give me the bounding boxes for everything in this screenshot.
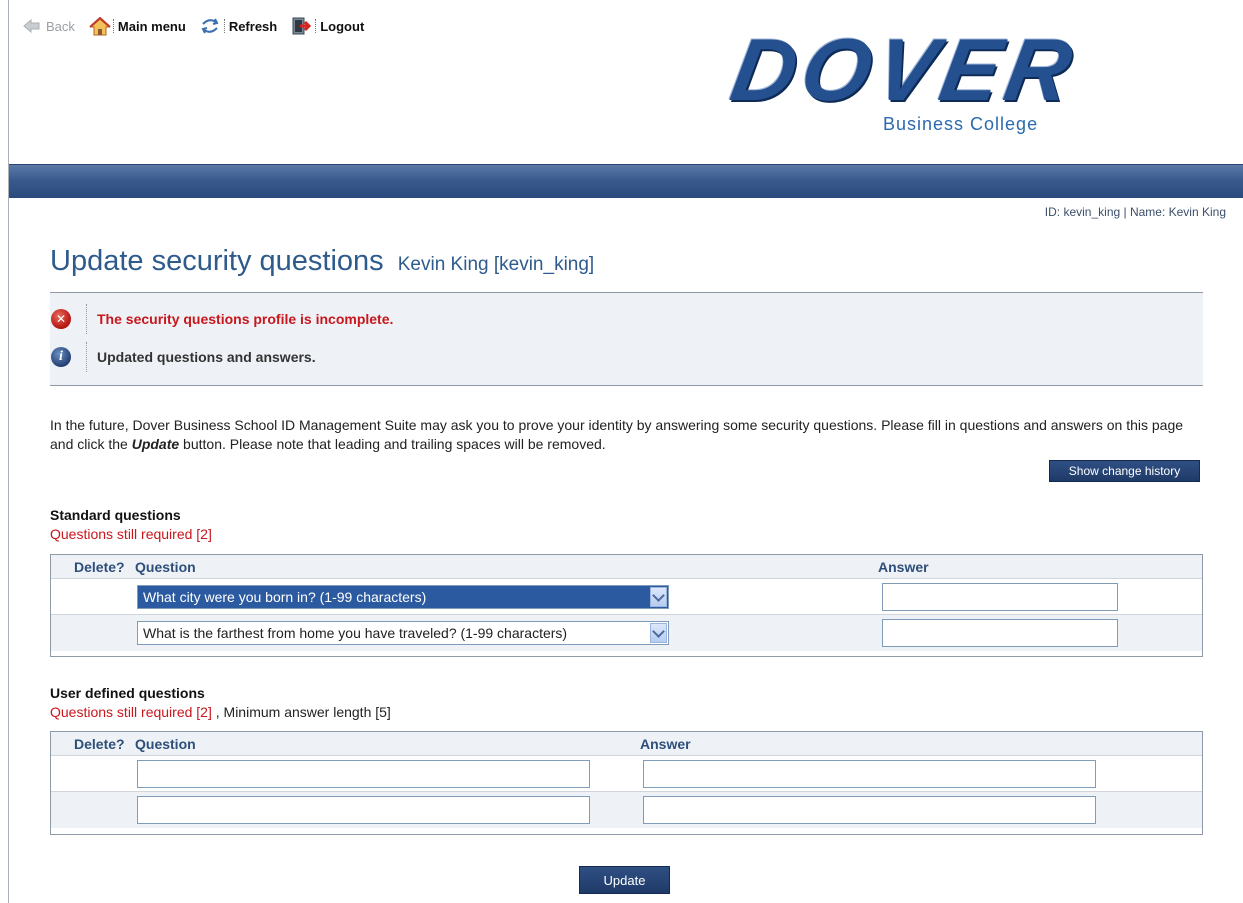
question-select-value: What is the farthest from home you have … [143,625,568,641]
back-label: Back [46,18,75,34]
user-info: ID: kevin_king | Name: Kevin King [1044,205,1226,219]
table-header: Delete? Question Answer [51,555,1202,579]
table-header: Delete? Question Answer [51,732,1202,756]
logout-label: Logout [320,18,365,34]
intro-emphasis: Update [131,436,180,452]
chevron-down-icon[interactable] [650,587,667,607]
user-defined-required: Questions still required [2] [50,704,212,720]
refresh-label: Refresh [228,18,278,34]
message-box: ✕ The security questions profile is inco… [50,292,1203,386]
logo-word: DOVER [724,20,1085,119]
logo-subtitle: Business College [883,114,1039,134]
toolbar-separator [112,19,114,33]
message-separator [86,342,87,372]
error-message: ✕ The security questions profile is inco… [50,304,393,334]
dover-logo: DOVER Business College [724,20,1203,146]
main-menu-button[interactable]: Main menu [89,16,186,36]
page-title-text: Update security questions [50,245,384,277]
question-select-value: What city were you born in? (1-99 charac… [143,589,427,605]
standard-required-text: Questions still required [2] [50,526,212,542]
question-input[interactable] [137,760,590,788]
question-input[interactable] [137,796,590,824]
standard-questions-table: Delete? Question Answer What city were y… [50,554,1203,657]
refresh-icon [200,17,220,35]
standard-questions-title: Standard questions [50,507,181,523]
table-row [51,756,1202,792]
header-delete: Delete? [74,559,125,575]
logout-icon [291,17,312,35]
message-separator [86,304,87,334]
header-answer: Answer [640,736,691,752]
table-row: What city were you born in? (1-99 charac… [51,579,1202,615]
error-message-text: The security questions profile is incomp… [97,311,394,327]
header-band [9,164,1243,198]
question-select[interactable]: What is the farthest from home you have … [137,621,669,645]
table-row: What is the farthest from home you have … [51,615,1202,651]
answer-input[interactable] [882,583,1118,611]
answer-input[interactable] [882,619,1118,647]
chevron-down-icon[interactable] [650,623,667,643]
user-defined-questions-table: Delete? Question Answer [50,731,1203,835]
header-delete: Delete? [74,736,125,752]
back-arrow-icon [22,17,42,35]
minimum-answer-length: , Minimum answer length [5] [211,704,391,720]
update-button[interactable]: Update [579,866,670,894]
logout-button[interactable]: Logout [291,17,364,35]
home-icon [89,16,111,36]
header-question: Question [135,736,196,752]
answer-input[interactable] [643,760,1096,788]
intro-text: In the future, Dover Business School ID … [50,416,1200,454]
header-question: Question [135,559,196,575]
info-icon: i [51,347,71,367]
refresh-button[interactable]: Refresh [200,17,277,35]
error-icon: ✕ [51,309,71,329]
header-answer: Answer [878,559,929,575]
top-toolbar: Back Main menu Refresh Logout [22,16,378,36]
user-defined-questions-title: User defined questions [50,685,205,701]
show-change-history-button[interactable]: Show change history [1049,460,1200,482]
intro-part2: button. Please note that leading and tra… [179,436,606,452]
toolbar-separator [315,19,317,33]
question-select[interactable]: What city were you born in? (1-99 charac… [137,585,669,609]
back-button[interactable]: Back [22,17,75,35]
page-subtitle: Kevin King [kevin_king] [397,254,595,275]
main-menu-label: Main menu [117,18,186,34]
answer-input[interactable] [643,796,1096,824]
info-message: i Updated questions and answers. [50,342,316,372]
toolbar-separator [223,19,225,33]
table-row [51,792,1202,828]
info-message-text: Updated questions and answers. [97,349,316,365]
page-title: Update security questions Kevin King [ke… [50,245,594,278]
user-defined-required-text: Questions still required [2] , Minimum a… [50,704,391,720]
